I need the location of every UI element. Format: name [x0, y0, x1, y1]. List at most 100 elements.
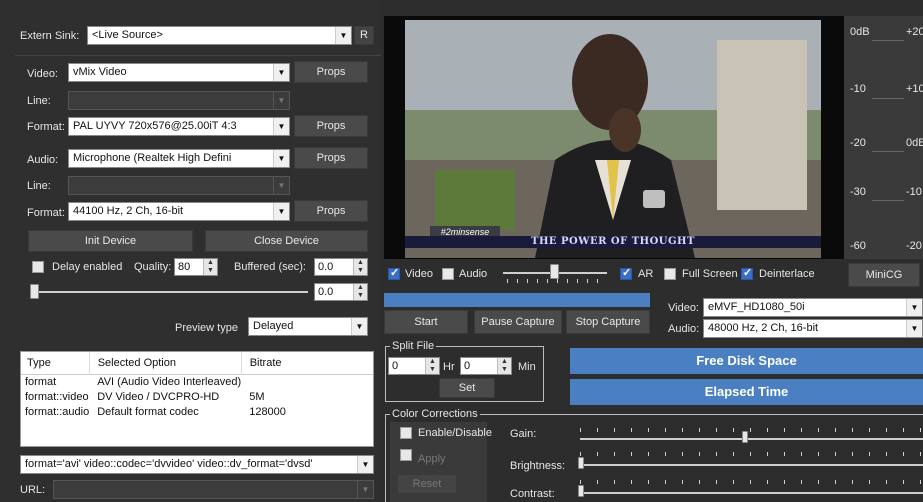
split-hr-spinner[interactable]: 0 ▲ ▼	[388, 357, 440, 375]
audio-format-select[interactable]: 44100 Hz, 2 Ch, 16-bit ▼	[68, 202, 290, 221]
delay-slider-track[interactable]	[34, 291, 308, 293]
url-select[interactable]: ▼	[53, 480, 374, 499]
table-cell: 5M	[249, 390, 265, 403]
output-audio-select[interactable]: 48000 Hz, 2 Ch, 16-bit ▼	[703, 319, 923, 338]
cc-apply-label: Apply	[418, 453, 446, 465]
table-row[interactable]: format::video DV Video / DVCPRO-HD 5M	[21, 389, 373, 404]
preview-type-label: Preview type	[175, 322, 238, 334]
deinterlace-checkbox[interactable]	[741, 266, 753, 280]
chevron-down-icon: ▼	[273, 177, 289, 194]
table-row[interactable]: format AVI (Audio Video Interleaved)	[21, 374, 373, 389]
audio-toggle-label: Audio	[459, 268, 488, 280]
video-label: Video:	[27, 68, 58, 80]
output-video-select[interactable]: eMVF_HD1080_50i ▼	[703, 298, 923, 317]
chevron-down-icon: ▼	[906, 299, 922, 316]
output-audio-label: Audio:	[668, 323, 700, 335]
spin-arrows-icon[interactable]: ▲ ▼	[497, 358, 511, 374]
delay-slider-value-spinner[interactable]: 0.0 ▲ ▼	[314, 283, 368, 301]
start-button[interactable]: Start	[384, 310, 468, 334]
extern-sink-select[interactable]: <Live Source> ▼	[87, 26, 352, 45]
table-row[interactable]: format::audio Default format codec 12800…	[21, 404, 373, 419]
audio-line-select[interactable]: ▼	[68, 176, 290, 195]
brightness-slider-track[interactable]	[580, 464, 923, 466]
delay-slider-thumb[interactable]	[30, 284, 39, 299]
video-select[interactable]: vMix Video ▼	[68, 63, 290, 82]
buffered-value: 0.0	[318, 261, 334, 273]
meter-left-label: 0dB	[850, 26, 870, 38]
gain-slider-track[interactable]	[580, 438, 923, 440]
cc-enable-label: Enable/Disable	[418, 427, 492, 439]
chevron-down-icon: ▼	[273, 150, 289, 167]
meter-left-label: -60	[850, 240, 866, 252]
meter-left-label: -20	[850, 137, 866, 149]
col-header-bitrate[interactable]: Bitrate	[241, 352, 373, 374]
contrast-slider-track[interactable]	[580, 492, 923, 494]
buffered-spinner[interactable]: 0.0 ▲ ▼	[314, 258, 368, 276]
spin-arrows-icon[interactable]: ▲ ▼	[353, 284, 367, 300]
meter-left-label: -30	[850, 186, 866, 198]
quality-value: 80	[178, 261, 191, 273]
audio-props-button[interactable]: Props	[294, 147, 368, 169]
ar-checkbox[interactable]	[620, 266, 632, 280]
video-line-select[interactable]: ▼	[68, 91, 290, 110]
brightness-slider-ticks	[580, 452, 923, 456]
split-hr-value: 0	[392, 360, 399, 372]
delay-enabled-checkbox[interactable]	[32, 261, 44, 273]
options-table: Type Selected Option Bitrate format AVI …	[20, 351, 374, 447]
audio-format-props-button[interactable]: Props	[294, 200, 368, 222]
full-screen-label: Full Screen	[682, 268, 738, 280]
cc-enable-checkbox[interactable]	[400, 427, 412, 439]
pause-capture-button[interactable]: Pause Capture	[474, 310, 562, 334]
table-cell: DV Video / DVCPRO-HD	[97, 390, 220, 403]
col-header-option[interactable]: Selected Option	[89, 352, 242, 374]
video-props-button[interactable]: Props	[294, 61, 368, 83]
preview-type-select[interactable]: Delayed ▼	[248, 317, 368, 336]
deinterlace-label: Deinterlace	[759, 268, 815, 280]
extern-sink-label: Extern Sink:	[20, 30, 80, 42]
video-format-props-button[interactable]: Props	[294, 115, 368, 137]
meter-right-label: +20	[906, 26, 923, 38]
split-set-button[interactable]: Set	[439, 378, 495, 398]
delay-enabled-label: Delay enabled	[52, 261, 123, 273]
cc-reset-button[interactable]: Reset	[397, 474, 457, 494]
gain-slider-ticks	[580, 428, 923, 432]
init-device-button[interactable]: Init Device	[28, 230, 193, 252]
cc-apply-checkbox[interactable]	[400, 449, 412, 461]
video-value: vMix Video	[73, 66, 127, 78]
stop-capture-button[interactable]: Stop Capture	[566, 310, 650, 334]
spin-arrows-icon[interactable]: ▲ ▼	[203, 259, 217, 275]
video-format-select[interactable]: PAL UYVY 720x576@25.00iT 4:3 ▼	[68, 117, 290, 136]
quality-label: Quality:	[134, 261, 172, 273]
table-cell: format::video	[25, 390, 89, 403]
buffered-label: Buffered (sec):	[234, 261, 306, 273]
video-toggle-label: Video	[405, 268, 433, 280]
table-cell: format::audio	[25, 405, 90, 418]
color-corrections-legend: Color Corrections	[390, 408, 480, 420]
brightness-slider-thumb[interactable]	[578, 457, 584, 469]
minicg-button[interactable]: MiniCG	[848, 263, 920, 287]
meter-gridline	[872, 40, 904, 41]
close-device-button[interactable]: Close Device	[205, 230, 368, 252]
audio-select[interactable]: Microphone (Realtek High Defini ▼	[68, 149, 290, 168]
col-header-type[interactable]: Type	[21, 352, 90, 374]
split-min-value: 0	[464, 360, 471, 372]
table-cell: 128000	[249, 405, 286, 418]
contrast-slider-thumb[interactable]	[578, 485, 584, 497]
quality-spinner[interactable]: 80 ▲ ▼	[174, 258, 218, 276]
free-disk-space-bar: Free Disk Space	[570, 348, 923, 374]
volume-slider-thumb[interactable]	[550, 264, 559, 279]
gain-slider-thumb[interactable]	[742, 431, 748, 443]
audio-toggle-checkbox[interactable]	[442, 268, 454, 280]
meter-left-label: -10	[850, 83, 866, 95]
spin-arrows-icon[interactable]: ▲ ▼	[425, 358, 439, 374]
spin-arrows-icon[interactable]: ▲ ▼	[353, 259, 367, 275]
full-screen-checkbox[interactable]	[664, 268, 676, 280]
capture-window: Extern Sink: <Live Source> ▼ R Video: vM…	[0, 0, 923, 502]
split-hr-label: Hr	[443, 361, 455, 373]
split-min-spinner[interactable]: 0 ▲ ▼	[460, 357, 512, 375]
r-button[interactable]: R	[354, 26, 374, 45]
video-format-label: Format:	[27, 121, 65, 133]
table-cell: format	[25, 375, 57, 388]
video-toggle-checkbox[interactable]	[388, 266, 400, 280]
format-string-select[interactable]: format='avi' video::codec='dvvideo' vide…	[20, 455, 374, 474]
